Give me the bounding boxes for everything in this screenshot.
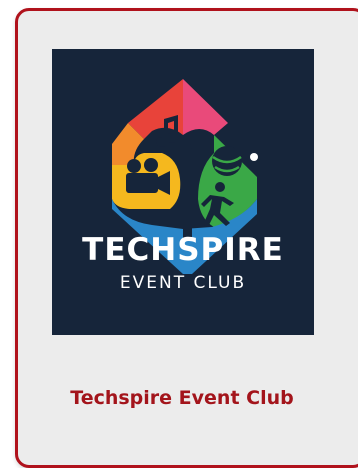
club-title[interactable]: Techspire Event Club [18,386,346,410]
club-logo: TECHSPIRE EVENT CLUB [52,49,314,335]
event-club-card[interactable]: TECHSPIRE EVENT CLUB Techspire Event Clu… [15,8,358,468]
logo-brand-main: TECHSPIRE [82,232,284,268]
logo-brand-sub: EVENT CLUB [119,273,247,293]
